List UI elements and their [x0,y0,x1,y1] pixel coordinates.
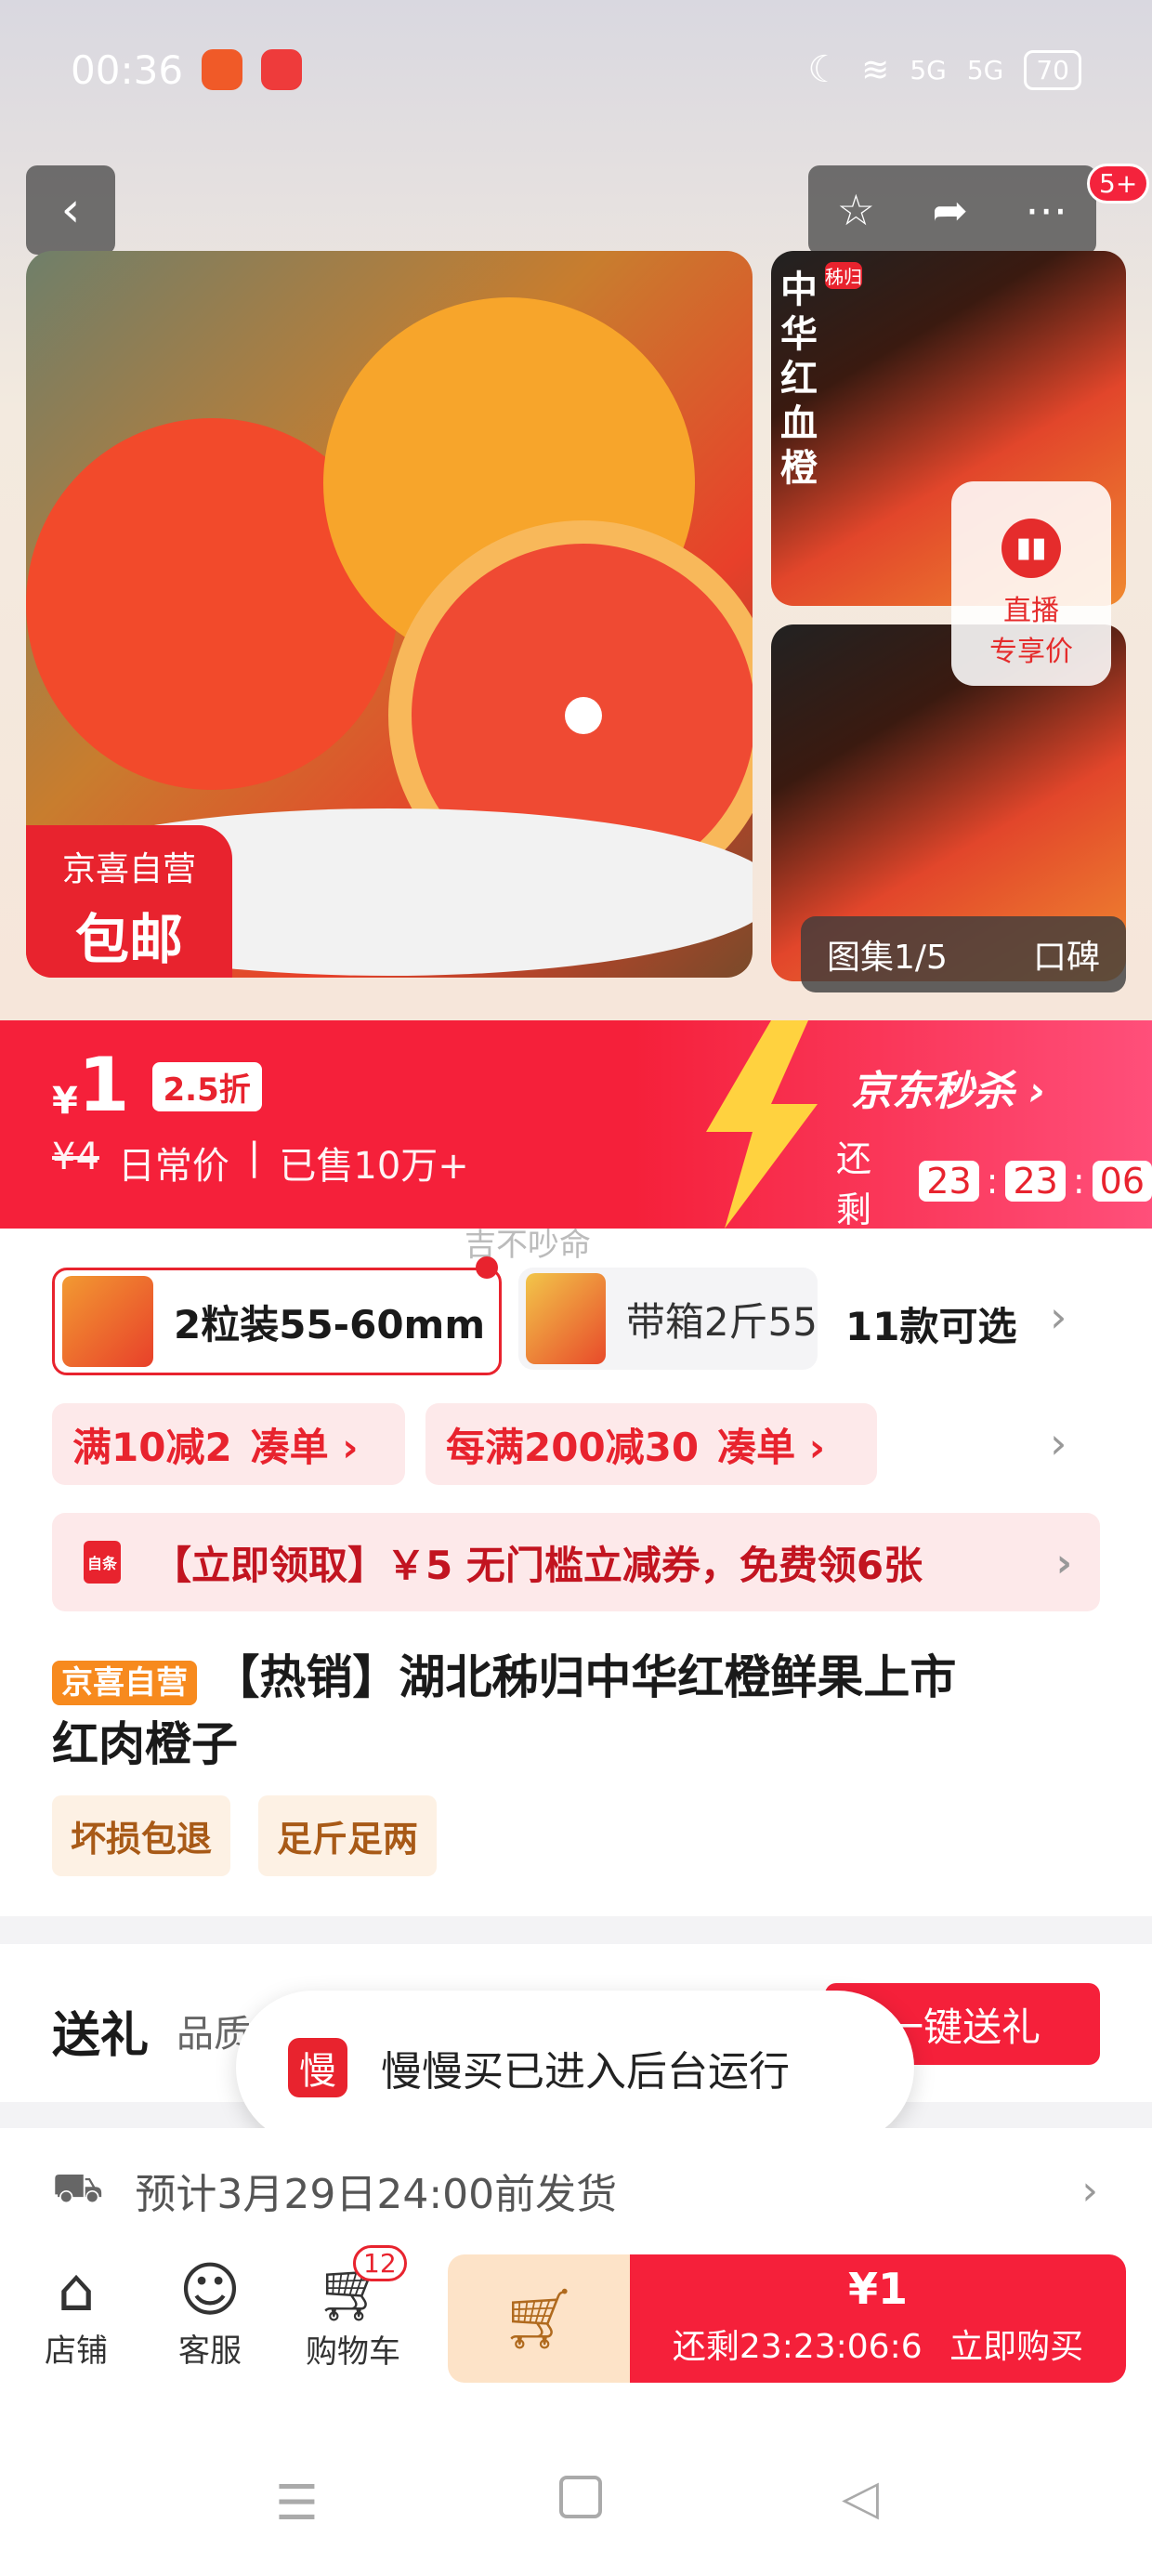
app-notification-icon [202,49,243,90]
live-icon: ▮▮ [1001,519,1061,578]
add-to-cart-button[interactable]: 🛒︎ [448,2254,630,2383]
original-price-label: 日常价 [117,1145,229,1188]
chevron-right-icon[interactable]: › [1050,1292,1067,1342]
sku-option-2[interactable]: 带箱2斤55 [518,1268,818,1370]
guarantee-weight: 足斤足两 [258,1795,438,1876]
gift-label: 送礼 [52,2008,150,2064]
jingxi-free-shipping-tag: 京喜自营 包邮 [26,825,232,978]
battery-icon: 70 [1024,49,1081,90]
guarantee-damage: 坏损包退 [52,1795,231,1876]
promo-chip-1[interactable]: 满10减2 凑单 › [52,1403,405,1485]
countdown-hours: 23 [919,1161,979,1202]
service-icon: ☺ [178,2256,242,2325]
thumbnail-vertical-text: 中华红血橙 [780,269,818,490]
sku-count[interactable]: 11款可选 [845,1295,1016,1352]
gallery-bar: 图集1/5 口碑 [801,916,1126,992]
promo-text-2: 每满200减30 [446,1424,700,1470]
sku-label-2: 带箱2斤55 [625,1298,818,1345]
sku-option-selected[interactable]: 2粒装55-60mm [52,1268,502,1375]
title-line1: 【热销】湖北秭归中华红橙鲜果上市 [213,1650,957,1704]
cart-count-badge: 12 [353,2245,407,2281]
brand-text: 京东秒杀 [851,1068,1015,1115]
promo-text-1: 满10减2 [72,1424,232,1470]
cart-plus-icon: 🛒︎ [501,2284,577,2354]
guarantee-list: 坏损包退 足斤足两 [52,1795,438,1876]
jd-flash-sale-label[interactable]: 京东秒杀 › [851,1058,1045,1117]
shipping-row[interactable]: ⛟ 预计3月29日24:00前发货 › [0,2128,1152,2253]
shipping-text: 预计3月29日24:00前发货 [135,2171,618,2218]
reviews-tab[interactable]: 口碑 [1033,930,1100,979]
sku-label: 2粒装55-60mm [174,1301,486,1347]
buy-countdown: 还剩23:23:06:6 [672,2328,923,2366]
toast-text: 慢慢买已进入后台运行 [381,2048,790,2096]
countdown: 还剩 23: 23: 06 [836,1130,1152,1232]
status-bar: 00:36 ☾ ≋ 5G 5G 70 [71,37,1081,102]
coupon-icon: 自条 [84,1541,121,1584]
bottom-action-bar: ⌂ 店铺 ☺ 客服 🛒︎ 购物车 12 🛒︎ ¥1 还剩23:23:06:6 立… [0,2241,1152,2437]
system-nav-bar: ☰ ◁ [0,2437,1152,2576]
coupon-chevron-icon: › [1055,1539,1072,1585]
coupon-text: 【立即领取】￥5 无门槛立减券，免费领6张 [152,1542,923,1588]
promo-chip-2[interactable]: 每满200减30 凑单 › [425,1403,877,1485]
price-currency: ¥ [52,1080,78,1123]
star-icon[interactable]: ☆ [837,185,875,235]
menu-nav-icon[interactable]: ☰ [275,2476,319,2531]
gallery-counter[interactable]: 图集1/5 [827,930,948,979]
service-button[interactable]: ☺ 客服 [167,2256,253,2371]
header-actions: ☆ ➦ ⋯ [808,165,1096,255]
signal-icon: 5G [910,54,947,85]
buy-price: ¥1 [847,2264,908,2314]
toast-notification: 慢 慢慢买已进入后台运行 [236,1991,914,2145]
jx-line1: 京喜自营 [61,850,196,888]
sold-count: 已售10万+ [279,1145,469,1188]
back-nav-icon[interactable]: ◁ [842,2470,879,2526]
cart-label: 购物车 [306,2333,400,2371]
thumbnail-tag: 秭归 [825,262,862,289]
jx-line2: 包邮 [74,908,183,971]
share-icon[interactable]: ➦ [932,185,968,235]
discount-badge: 2.5折 [151,1062,262,1111]
live-sub-label: 专享价 [989,636,1073,668]
buy-label: 立即购买 [949,2328,1084,2366]
countdown-minutes: 23 [1005,1161,1066,1202]
jingxi-tag: 京喜自营 [52,1661,197,1705]
sku-thumbnail [62,1276,153,1367]
shipping-chevron-icon: › [1081,2166,1098,2215]
buy-now-button[interactable]: ¥1 还剩23:23:06:6 立即购买 [630,2254,1126,2383]
original-price: ¥4 [52,1136,99,1178]
moon-icon: ☾ [807,48,842,91]
live-price-chip[interactable]: ▮▮ 直播 专享价 [951,481,1111,686]
app-icon: 慢 [288,2038,347,2097]
store-button[interactable]: ⌂ 店铺 [33,2256,119,2371]
title-line2: 红肉橙子 [52,1717,238,1771]
store-label: 店铺 [45,2333,108,2370]
wifi-icon: ≋ [861,50,890,89]
service-label: 客服 [178,2333,242,2370]
price-value: 1 [77,1042,130,1128]
promo-action-1: 凑单 › [250,1424,359,1470]
cart-badge: 5+ [1087,164,1150,204]
live-label: 直播 [1003,595,1059,627]
truck-icon: ⛟ [52,2163,104,2212]
flash-sale-bar: ¥ 1 2.5折 ¥4 日常价 | 已售10万+ 京东秒杀 › 还剩 23: 2… [0,1020,1152,1232]
app-notification-icon-2 [261,49,303,90]
promo-chevron-icon[interactable]: › [1050,1418,1067,1468]
chevron-left-icon: ‹ [60,182,81,238]
promo-action-2: 凑单 › [717,1424,826,1470]
sku-dot [476,1256,498,1279]
clock: 00:36 [71,46,184,93]
divider: | [247,1136,261,1178]
more-icon[interactable]: ⋯ [1025,185,1067,235]
store-icon: ⌂ [57,2256,96,2325]
back-button[interactable]: ‹ [26,165,115,255]
lightning-icon [706,1020,818,1229]
signal-icon-2: 5G [966,54,1004,85]
countdown-label: 还剩 [836,1138,872,1230]
sku-thumbnail-2 [526,1273,606,1364]
countdown-seconds: 06 [1092,1161,1152,1202]
home-nav-icon[interactable] [559,2476,602,2518]
product-title: 京喜自营 【热销】湖北秭归中华红橙鲜果上市 红肉橙子 [52,1647,1102,1775]
coupon-banner[interactable]: 自条 【立即领取】￥5 无门槛立减券，免费领6张 › [52,1513,1100,1611]
